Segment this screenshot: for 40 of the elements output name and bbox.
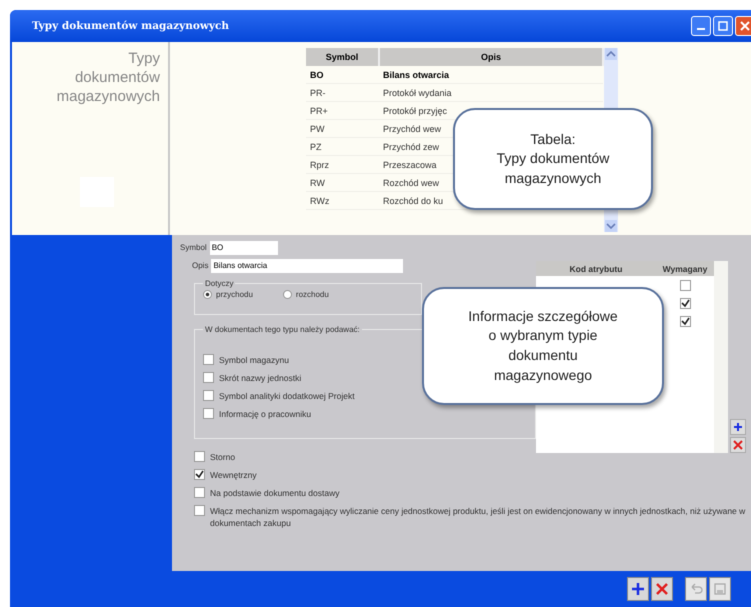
description-field[interactable]: Bilans otwarcia (211, 258, 404, 272)
callout-tooltip: Tabela: Typy dokumentów magazynowych (453, 108, 653, 210)
table-cell[interactable]: Protokół przyjęc (383, 104, 448, 116)
column-header: Wymagany (662, 264, 708, 274)
field-label: Opis (192, 261, 208, 270)
table-cell[interactable]: PZ (310, 140, 322, 152)
group-label: W dokumentach tego typu należy podawać: (204, 325, 361, 334)
callout-tooltip: Informacje szczegółowe o wybranym typie dokumentu magazynowego (422, 287, 664, 405)
column-header: Symbol (306, 48, 379, 66)
checkbox-label: Storno (210, 451, 236, 463)
checkbox-label: Informację o pracowniku (219, 408, 312, 420)
symbol-field[interactable]: BO (210, 240, 278, 254)
table-cell[interactable]: Protokół wydania (383, 86, 452, 98)
table-cell[interactable]: RW (310, 176, 325, 188)
checkbox-label: Symbol magazynu (219, 354, 289, 366)
table-cell[interactable]: PW (310, 122, 324, 134)
table-cell[interactable]: Przeszacowa (383, 158, 437, 170)
radio-label: przychodu (216, 290, 253, 299)
table-cell[interactable]: Przychód wew (383, 122, 442, 134)
table-cell[interactable]: Przychód zew (383, 140, 440, 152)
group-label: Dotyczy (204, 279, 234, 288)
table-cell[interactable]: Bilans otwarcia (383, 68, 450, 80)
table-cell[interactable]: Rozchód wew (383, 176, 440, 188)
checkbox-label: Skrót nazwy jednostki (219, 372, 302, 384)
column-header: Kod atrybutu (568, 264, 624, 274)
checkbox-label: Symbol analityki dodatkowej Projekt (219, 390, 355, 402)
table-cell[interactable]: RWz (310, 194, 330, 206)
table-cell[interactable]: Rozchód do ku (383, 194, 444, 206)
table-cell[interactable]: BO (310, 68, 324, 80)
table-cell[interactable]: PR- (310, 86, 326, 98)
checkbox-label: Wewnętrzny (210, 469, 257, 481)
checkbox-label: Na podstawie dokumentu dostawy (210, 487, 340, 499)
field-label: Symbol (180, 243, 207, 252)
column-header: Opis (379, 48, 603, 66)
window-title: Typy dokumentów magazynowych (32, 20, 230, 32)
section-title: Typy dokumentów magazynowych (56, 50, 160, 106)
table-cell[interactable]: Rprz (310, 158, 330, 170)
table-cell[interactable]: PR+ (310, 104, 328, 116)
radio-label: rozchodu (296, 290, 329, 299)
checkbox-label: Włącz mechanizm wspomagający wyliczanie ceny jednostkowej produktu, jeśli jest on ewidencjonowany w innych jednostkach, niż używane w dokumentach zakupu (210, 505, 746, 529)
